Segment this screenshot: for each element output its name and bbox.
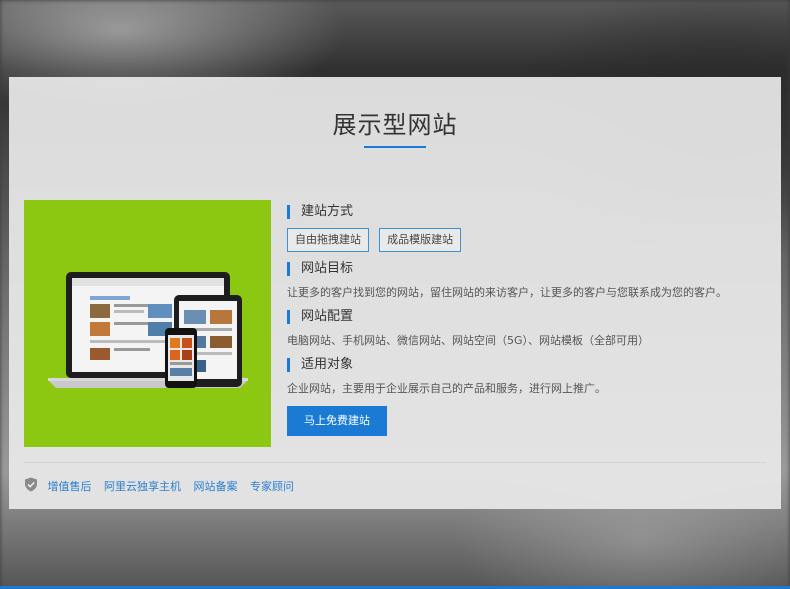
config-heading: 网站配置 [287, 307, 767, 327]
audience-heading: 适用对象 [287, 355, 767, 375]
responsive-devices-icon [48, 272, 248, 388]
footer-link-after-sales[interactable]: 增值售后 [48, 480, 92, 493]
section-title: 展示型网站 [332, 111, 458, 139]
build-method-heading: 建站方式 [287, 202, 767, 222]
footer-links: 增值售后 阿里云独享主机 网站备案 专家顾问 [24, 477, 303, 493]
goal-heading: 网站目标 [287, 259, 767, 279]
title-underline [364, 146, 426, 148]
divider [24, 462, 766, 463]
website-type-panel: 展示型网站 建站方式 自由拖拽建站 成品模版建站 网站目标 让更多的客户找到您的… [9, 77, 781, 509]
devices-illustration [24, 200, 271, 447]
footer-link-aliyun-host[interactable]: 阿里云独享主机 [104, 480, 181, 493]
config-text: 电脑网站、手机网站、微信网站、网站空间（5G）、网站模板（全部可用） [287, 334, 650, 347]
goal-text: 让更多的客户找到您的网站，留住网站的来访客户，让更多的客户与您联系成为您的客户。 [287, 286, 727, 299]
footer-link-expert[interactable]: 专家顾问 [250, 480, 294, 493]
tag-drag-build[interactable]: 自由拖拽建站 [287, 228, 369, 252]
website-info: 建站方式 自由拖拽建站 成品模版建站 网站目标 让更多的客户找到您的网站，留住网… [287, 200, 767, 397]
build-method-tags: 自由拖拽建站 成品模版建站 [287, 228, 767, 252]
tag-template-build[interactable]: 成品模版建站 [379, 228, 462, 252]
footer-link-icp-filing[interactable]: 网站备案 [194, 480, 238, 493]
free-build-button[interactable]: 马上免费建站 [287, 406, 387, 436]
audience-text: 企业网站，主要用于企业展示自己的产品和服务，进行网上推广。 [287, 382, 606, 395]
shield-icon [24, 477, 38, 497]
